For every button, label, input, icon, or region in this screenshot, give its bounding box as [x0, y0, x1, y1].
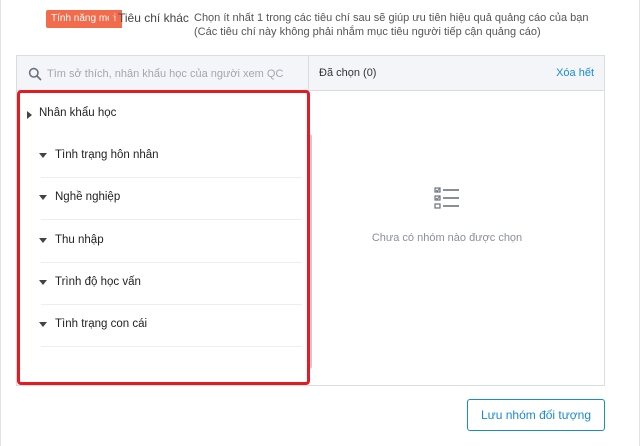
- list-item-label: Thu nhập: [55, 234, 104, 246]
- caret-down-icon: [39, 280, 47, 285]
- list-item-label: Tình trạng con cái: [55, 318, 148, 330]
- description-line-2: (Các tiêu chí này không phải nhắm mục ti…: [194, 26, 541, 38]
- divider: [41, 346, 302, 347]
- list-item-income[interactable]: Thu nhập: [21, 221, 306, 263]
- checklist-icon: [434, 187, 459, 209]
- list-scrollbar[interactable]: [307, 134, 312, 369]
- list-item-label: Trình độ học vấn: [55, 276, 141, 288]
- criteria-title: Tiêu chí khác: [118, 11, 189, 25]
- list-item-education[interactable]: Trình độ học vấn: [21, 263, 306, 305]
- clear-all-link[interactable]: Xóa hết: [556, 67, 594, 79]
- caret-right-icon: [27, 111, 32, 119]
- badge-arrow: [109, 10, 115, 28]
- panel-header: Đã chọn (0) Xóa hết: [17, 56, 604, 91]
- description-line-1: Chọn ít nhất 1 trong các tiêu chí sau sẽ…: [194, 12, 589, 24]
- criteria-list: Nhân khẩu học Tình trạng hôn nhân Nghề n…: [21, 94, 312, 381]
- criteria-header: Tính năng mới Tiêu chí khác Chọn ít nhất…: [46, 8, 626, 48]
- list-item-occupation[interactable]: Nghề nghiệp: [21, 178, 306, 220]
- empty-state: Chưa có nhóm nào được chọn: [317, 186, 577, 244]
- caret-down-icon: [39, 195, 47, 200]
- search-icon: [28, 67, 42, 81]
- empty-state-text: Chưa có nhóm nào được chọn: [371, 232, 523, 244]
- list-item-label: Tình trạng hôn nhân: [55, 149, 159, 161]
- list-item-label: Nghề nghiệp: [55, 191, 121, 203]
- criteria-description: Chọn ít nhất 1 trong các tiêu chí sau sẽ…: [194, 11, 634, 39]
- divider: [41, 219, 302, 220]
- list-item-parental-status[interactable]: Tình trạng con cái: [21, 305, 306, 347]
- search-box: [17, 56, 309, 91]
- caret-down-icon: [39, 238, 47, 243]
- caret-down-icon: [39, 153, 47, 158]
- category-label: Nhân khẩu học: [39, 107, 117, 119]
- caret-down-icon: [39, 322, 47, 327]
- search-input[interactable]: [47, 64, 302, 84]
- category-demographics[interactable]: Nhân khẩu học: [21, 94, 306, 136]
- list-item-marital-status[interactable]: Tình trạng hôn nhân: [21, 136, 306, 178]
- save-audience-button[interactable]: Lưu nhóm đối tượng: [467, 399, 605, 431]
- selected-count-label: Đã chọn (0): [319, 67, 377, 79]
- targeting-panel: Đã chọn (0) Xóa hết Nhân khẩu học Tình t…: [16, 55, 605, 386]
